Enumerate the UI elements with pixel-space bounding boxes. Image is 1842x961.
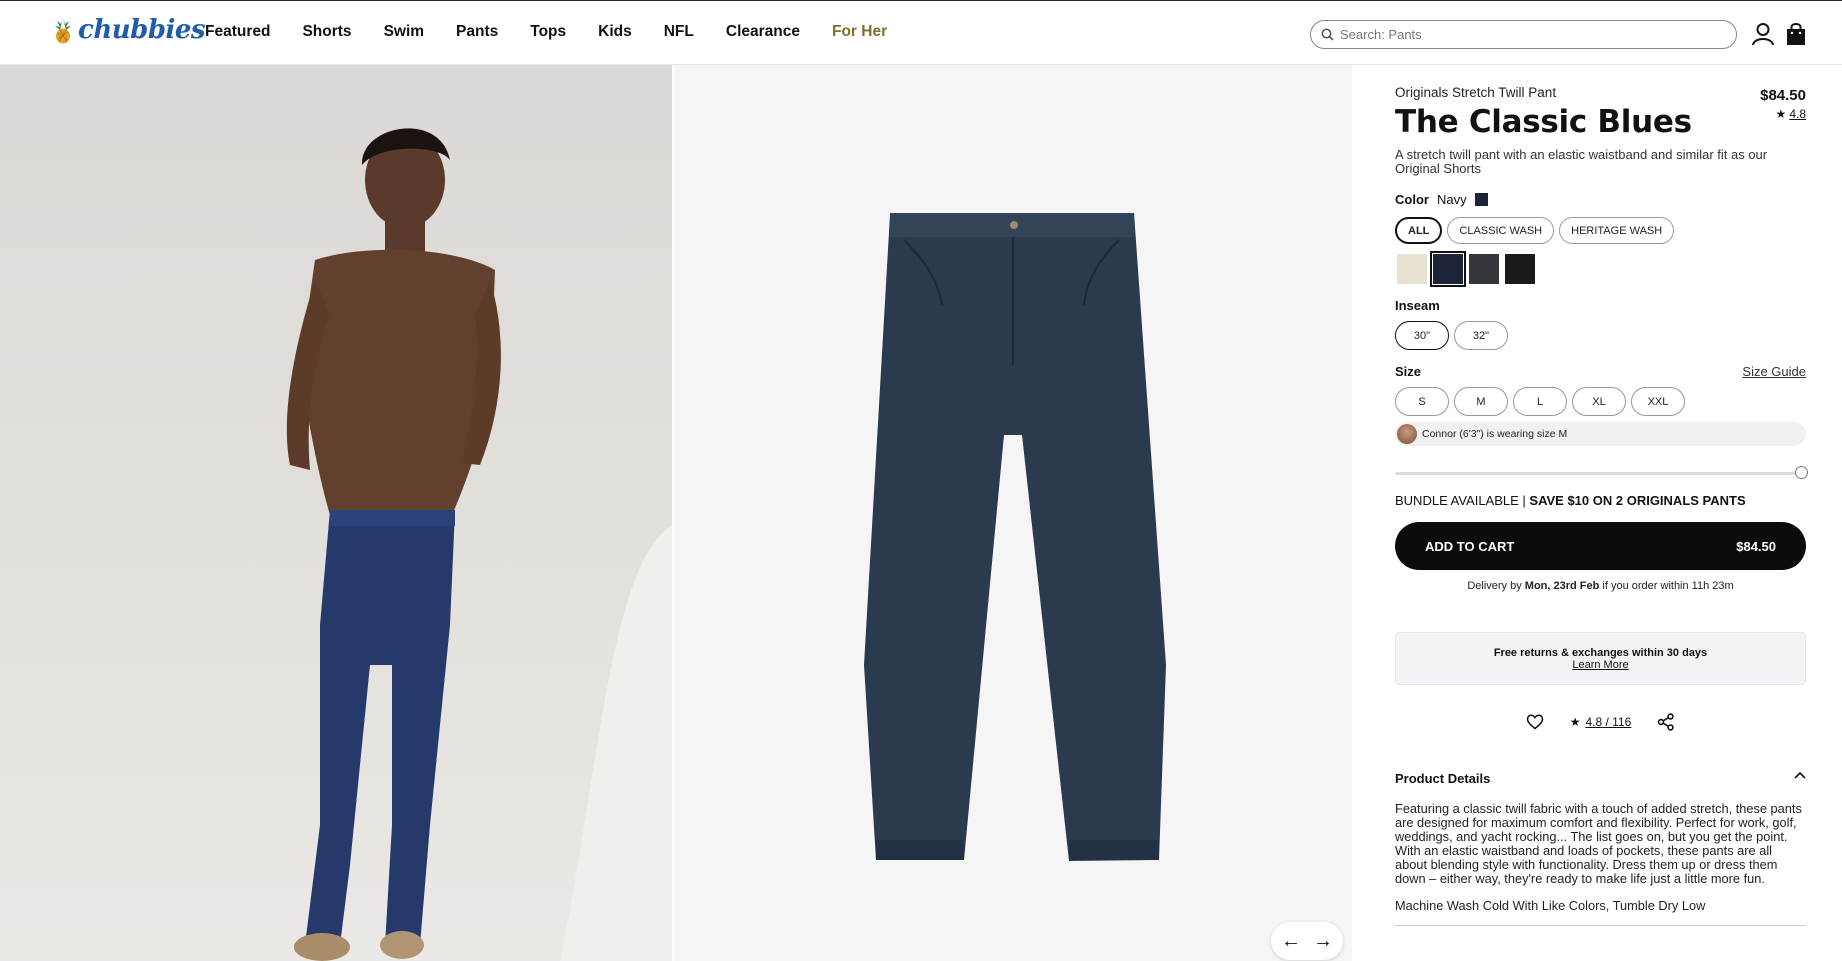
product-actions: ★ 4.8 / 116 — [1395, 713, 1806, 731]
model-photo[interactable] — [0, 65, 672, 961]
product-details-text: Featuring a classic twill fabric with a … — [1395, 801, 1802, 886]
fit-note-text: Connor (6'3") is wearing size M — [1422, 428, 1568, 440]
navy-pants-flat-image — [864, 213, 1166, 861]
size-xxl[interactable]: XXL — [1631, 387, 1685, 416]
bundle-offer-text: SAVE $10 ON 2 ORIGINALS PANTS — [1529, 493, 1746, 508]
star-icon: ★ — [1569, 715, 1581, 729]
product-rating[interactable]: ★ 4.8 — [1776, 107, 1806, 121]
gallery-prev-arrow-icon[interactable]: ← — [1281, 930, 1301, 953]
product-price: $84.50 — [1760, 87, 1806, 104]
model-wearing-pants-image — [286, 128, 672, 961]
product-details-heading: Product Details — [1395, 771, 1491, 786]
bundle-progress-slider[interactable] — [1395, 466, 1808, 479]
nav-kids[interactable]: Kids — [598, 23, 632, 41]
care-instructions: Machine Wash Cold With Like Colors, Tumb… — [1395, 898, 1706, 913]
size-m[interactable]: M — [1454, 387, 1508, 416]
share-icon[interactable] — [1657, 713, 1675, 731]
logo-text: chubbies — [78, 15, 206, 45]
nav-shorts[interactable]: Shorts — [302, 23, 351, 41]
color-value: Navy — [1436, 192, 1467, 207]
size-options: S M L XL XXL — [1395, 387, 1806, 416]
slider-knob[interactable] — [1795, 466, 1808, 479]
product-description: A stretch twill pant with an elastic wai… — [1395, 147, 1768, 176]
divider — [1395, 925, 1806, 926]
account-icon[interactable] — [1750, 21, 1776, 47]
color-swatches — [1395, 251, 1806, 287]
inseam-label-text: Inseam — [1395, 298, 1440, 313]
learn-more-link[interactable]: Learn More — [1572, 659, 1628, 671]
delivery-date: Mon, 23rd Feb — [1524, 580, 1600, 592]
rating-value: 4.8 — [1789, 107, 1806, 121]
avatar — [1397, 424, 1417, 444]
color-row: Color Navy — [1395, 192, 1806, 207]
bundle-prefix: BUNDLE AVAILABLE | — [1395, 493, 1530, 508]
product-details-toggle[interactable]: Product Details — [1395, 771, 1806, 786]
bundle-offer: BUNDLE AVAILABLE | SAVE $10 ON 2 ORIGINA… — [1395, 493, 1806, 508]
product-photo[interactable] — [674, 65, 1352, 961]
product-panel: Originals Stretch Twill Pant $84.50 The … — [1395, 85, 1808, 926]
nav-clearance[interactable]: Clearance — [726, 23, 800, 41]
color-label: Color — [1395, 192, 1429, 207]
size-row: Size Size Guide — [1395, 364, 1806, 379]
product-subtitle: Originals Stretch Twill Pant — [1395, 85, 1557, 100]
review-summary-text: 4.8 / 116 — [1585, 715, 1632, 729]
swatch-charcoal[interactable] — [1469, 254, 1499, 284]
search-box[interactable] — [1310, 20, 1737, 49]
add-to-cart-price: $84.50 — [1736, 538, 1776, 554]
pineapple-logo-icon — [55, 18, 71, 44]
wash-filter-heritage[interactable]: HERITAGE WASH — [1559, 217, 1675, 244]
delivery-estimate: Delivery by Mon, 23rd Feb if you order w… — [1395, 580, 1806, 592]
nav-pants[interactable]: Pants — [456, 23, 498, 41]
nav-for-her[interactable]: For Her — [832, 23, 887, 41]
size-xl[interactable]: XL — [1572, 387, 1626, 416]
add-to-cart-button[interactable]: ADD TO CART $84.50 — [1395, 522, 1806, 570]
inseam-label: Inseam — [1395, 298, 1806, 313]
gallery-next-arrow-icon[interactable]: → — [1313, 930, 1333, 953]
inseam-options: 30" 32" — [1395, 321, 1806, 350]
review-summary[interactable]: ★ 4.8 / 116 — [1570, 715, 1632, 729]
delivery-suffix: if you order within 11h 23m — [1599, 580, 1734, 592]
search-input[interactable] — [1340, 27, 1720, 42]
swatch-black[interactable] — [1505, 254, 1535, 284]
logo[interactable]: chubbies — [52, 15, 206, 45]
wash-filter-all[interactable]: ALL — [1395, 217, 1443, 244]
delivery-prefix: Delivery by — [1467, 580, 1525, 592]
nav-swim[interactable]: Swim — [384, 23, 424, 41]
chevron-up-icon — [1794, 771, 1806, 779]
nav-tops[interactable]: Tops — [530, 23, 566, 41]
size-guide-link[interactable]: Size Guide — [1742, 364, 1806, 379]
size-l[interactable]: L — [1513, 387, 1567, 416]
nav-featured[interactable]: Featured — [205, 23, 270, 41]
inseam-30[interactable]: 30" — [1395, 321, 1449, 350]
search-icon — [1321, 28, 1334, 41]
inseam-32[interactable]: 32" — [1454, 321, 1508, 350]
wash-filter-classic[interactable]: CLASSIC WASH — [1447, 217, 1555, 244]
star-icon: ★ — [1775, 107, 1787, 121]
nav-nfl[interactable]: NFL — [664, 23, 694, 41]
site-header: chubbies Featured Shorts Swim Pants Tops… — [0, 0, 1842, 65]
returns-title: Free returns & exchanges within 30 days — [1493, 647, 1708, 659]
heart-icon[interactable] — [1526, 714, 1544, 730]
swatch-cream[interactable] — [1397, 254, 1427, 284]
product-title: The Classic Blues — [1395, 104, 1692, 140]
add-to-cart-label: ADD TO CART — [1425, 538, 1515, 554]
fit-note: Connor (6'3") is wearing size M — [1395, 422, 1806, 446]
cart-bag-icon[interactable] — [1783, 21, 1809, 47]
swatch-navy[interactable] — [1430, 251, 1466, 287]
wash-filter-group: ALL CLASSIC WASH HERITAGE WASH — [1395, 217, 1806, 244]
returns-banner: Free returns & exchanges within 30 days … — [1395, 632, 1806, 685]
main-nav: Featured Shorts Swim Pants Tops Kids NFL… — [205, 23, 887, 41]
gallery-arrows: ← → — [1271, 922, 1343, 960]
selected-color-chip — [1474, 193, 1488, 206]
size-s[interactable]: S — [1395, 387, 1449, 416]
size-label: Size — [1395, 364, 1422, 379]
